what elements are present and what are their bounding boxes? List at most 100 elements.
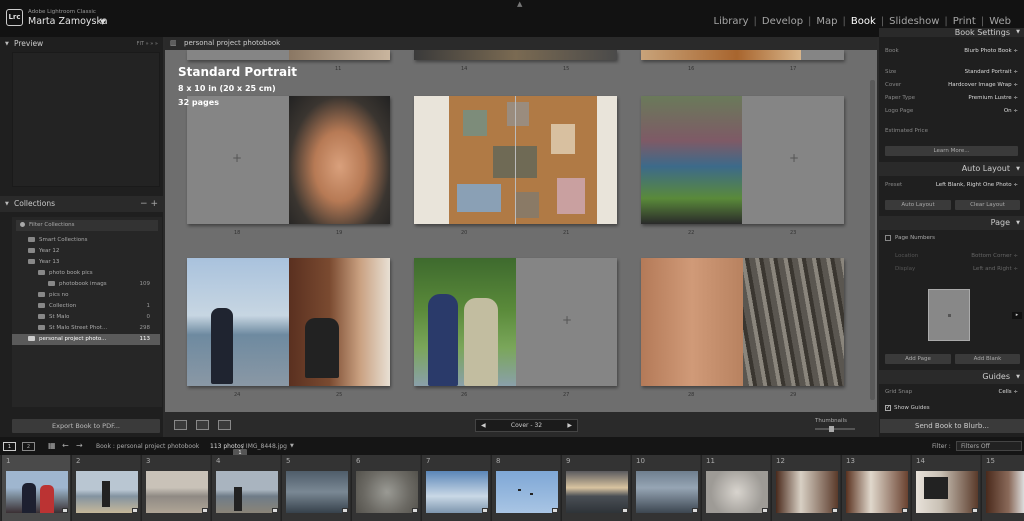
learn-more-button[interactable]: Learn More...: [885, 146, 1018, 156]
identity-plate[interactable]: Marta Zamoyska: [28, 16, 108, 27]
page-numbers-row[interactable]: Page Numbers: [885, 234, 1018, 243]
page-spread[interactable]: +: [187, 96, 390, 224]
page-spread[interactable]: +: [641, 96, 844, 224]
multi-page-view-button[interactable]: [174, 420, 187, 430]
collapse-icon[interactable]: ▼: [1016, 370, 1020, 384]
module-develop[interactable]: Develop: [757, 16, 808, 27]
row-value[interactable]: Hardcover Image Wrap ÷: [948, 81, 1018, 90]
list-item[interactable]: photo book pics: [12, 268, 160, 279]
primary-window-button[interactable]: 1: [3, 442, 16, 451]
page-spread[interactable]: +: [414, 258, 617, 386]
filmstrip-thumb[interactable]: 6: [351, 455, 420, 521]
forward-arrow-icon[interactable]: →: [76, 441, 83, 450]
slider-handle[interactable]: [829, 426, 834, 432]
grid-icon[interactable]: ▦: [48, 441, 56, 450]
page-template-preview[interactable]: [928, 289, 970, 341]
list-item[interactable]: Smart Collections: [12, 235, 160, 246]
filmstrip-thumb[interactable]: 8: [491, 455, 560, 521]
book-settings-header[interactable]: Book Settings ▼: [879, 28, 1024, 37]
thumbnail-size-slider[interactable]: [815, 426, 855, 432]
filmstrip-thumb[interactable]: 9: [561, 455, 630, 521]
single-page-view-button[interactable]: [218, 420, 231, 430]
auto-layout-header[interactable]: Auto Layout ▼: [879, 162, 1024, 176]
collapse-icon[interactable]: ▼: [5, 196, 9, 212]
list-item[interactable]: Collection 1: [12, 301, 160, 312]
filmstrip-thumb[interactable]: 15: [981, 455, 1024, 521]
size-row[interactable]: Size Standard Portrait ÷: [885, 68, 1018, 77]
preview-zoom-controls[interactable]: FIT » » »: [137, 38, 158, 50]
filmstrip-thumb[interactable]: 13: [841, 455, 910, 521]
filmstrip-thumb[interactable]: 14: [911, 455, 980, 521]
send-to-blurb-button[interactable]: Send Book to Blurb...: [880, 419, 1024, 433]
clear-layout-button[interactable]: Clear Layout: [955, 200, 1020, 210]
filmstrip-thumb[interactable]: 3: [141, 455, 210, 521]
auto-layout-button[interactable]: Auto Layout: [885, 200, 951, 210]
dropdown-icon[interactable]: ▼: [290, 443, 294, 449]
photo-corkboard[interactable]: [449, 96, 597, 224]
filmstrip-thumb[interactable]: 11: [701, 455, 770, 521]
collapse-icon[interactable]: ▼: [5, 38, 9, 50]
page-template-dropdown-icon[interactable]: ▸: [1012, 312, 1022, 319]
photo-skin-texture[interactable]: [641, 258, 743, 386]
back-arrow-icon[interactable]: ←: [62, 441, 69, 450]
guides-header[interactable]: Guides ▼: [879, 370, 1024, 384]
identity-dropdown-icon[interactable]: ▼: [100, 18, 105, 26]
photo-man-beach[interactable]: [187, 258, 289, 386]
grid-snap-row[interactable]: Grid Snap Cells ÷: [885, 388, 1018, 397]
filmstrip-thumb[interactable]: 1: [1, 455, 70, 521]
page-header[interactable]: Page ▼: [879, 216, 1024, 230]
add-collection-icon[interactable]: − +: [140, 196, 158, 212]
module-print[interactable]: Print: [948, 16, 981, 27]
collapse-icon[interactable]: ▼: [1016, 162, 1020, 176]
row-value[interactable]: On ÷: [1004, 107, 1018, 116]
collapse-icon[interactable]: ▼: [1016, 28, 1020, 37]
row-value[interactable]: Cells ÷: [998, 388, 1018, 397]
page-numbers-checkbox[interactable]: [885, 234, 891, 241]
photo-playground[interactable]: [641, 96, 742, 224]
module-library[interactable]: Library: [709, 16, 754, 27]
spread-view-button[interactable]: [196, 420, 209, 430]
photo[interactable]: [289, 50, 390, 60]
filmstrip-thumb[interactable]: 10: [631, 455, 700, 521]
photo-two-women[interactable]: [414, 258, 516, 386]
preview-panel-header[interactable]: ▼ Preview FIT » » »: [0, 38, 163, 50]
module-book[interactable]: Book: [846, 16, 881, 27]
show-guides-checkbox[interactable]: ✓: [885, 404, 891, 411]
filmstrip-thumb[interactable]: 12: [771, 455, 840, 521]
show-guides-row[interactable]: ✓ Show Guides: [885, 404, 1018, 413]
scrollbar[interactable]: [870, 80, 875, 400]
list-item[interactable]: pics no: [12, 290, 160, 301]
filter-collections[interactable]: Filter Collections: [16, 220, 158, 231]
filter-select[interactable]: Filters Off: [956, 441, 1022, 451]
photo-man-reading[interactable]: [289, 258, 390, 386]
list-item[interactable]: photobook imags 109: [12, 279, 160, 290]
collapse-icon[interactable]: ▼: [1016, 216, 1020, 230]
page-spread[interactable]: [187, 50, 390, 60]
cover-row[interactable]: Cover Hardcover Image Wrap ÷: [885, 81, 1018, 90]
photo[interactable]: [414, 50, 617, 60]
list-item[interactable]: Year 13: [12, 257, 160, 268]
next-page-icon[interactable]: ▶: [567, 420, 572, 432]
row-value[interactable]: Left Blank, Right One Photo ÷: [936, 181, 1018, 190]
module-slideshow[interactable]: Slideshow: [884, 16, 944, 27]
add-page-button[interactable]: Add Page: [885, 354, 951, 364]
list-item-selected[interactable]: personal project photo... 113: [12, 334, 160, 345]
page-spread[interactable]: [641, 258, 844, 386]
secondary-window-button[interactable]: 2: [22, 442, 35, 451]
logo-page-row[interactable]: Logo Page On ÷: [885, 107, 1018, 116]
add-photo-icon[interactable]: +: [789, 151, 799, 165]
row-value[interactable]: Standard Portrait ÷: [965, 68, 1018, 77]
add-blank-button[interactable]: Add Blank: [955, 354, 1020, 364]
photo[interactable]: [641, 50, 801, 60]
collapse-top-panel-icon[interactable]: ▲: [517, 0, 522, 8]
page-spread[interactable]: [641, 50, 844, 60]
list-item[interactable]: Year 12: [12, 246, 160, 257]
module-web[interactable]: Web: [984, 16, 1016, 27]
filmstrip-thumb[interactable]: 7: [421, 455, 490, 521]
previous-page-icon[interactable]: ◀: [481, 420, 486, 432]
module-map[interactable]: Map: [811, 16, 842, 27]
source-path[interactable]: Book : personal project photobook: [96, 443, 199, 450]
row-value[interactable]: Blurb Photo Book ÷: [964, 47, 1018, 56]
preset-row[interactable]: Preset Left Blank, Right One Photo ÷: [885, 181, 1018, 190]
list-item[interactable]: St Malo Street Phot... 298: [12, 323, 160, 334]
